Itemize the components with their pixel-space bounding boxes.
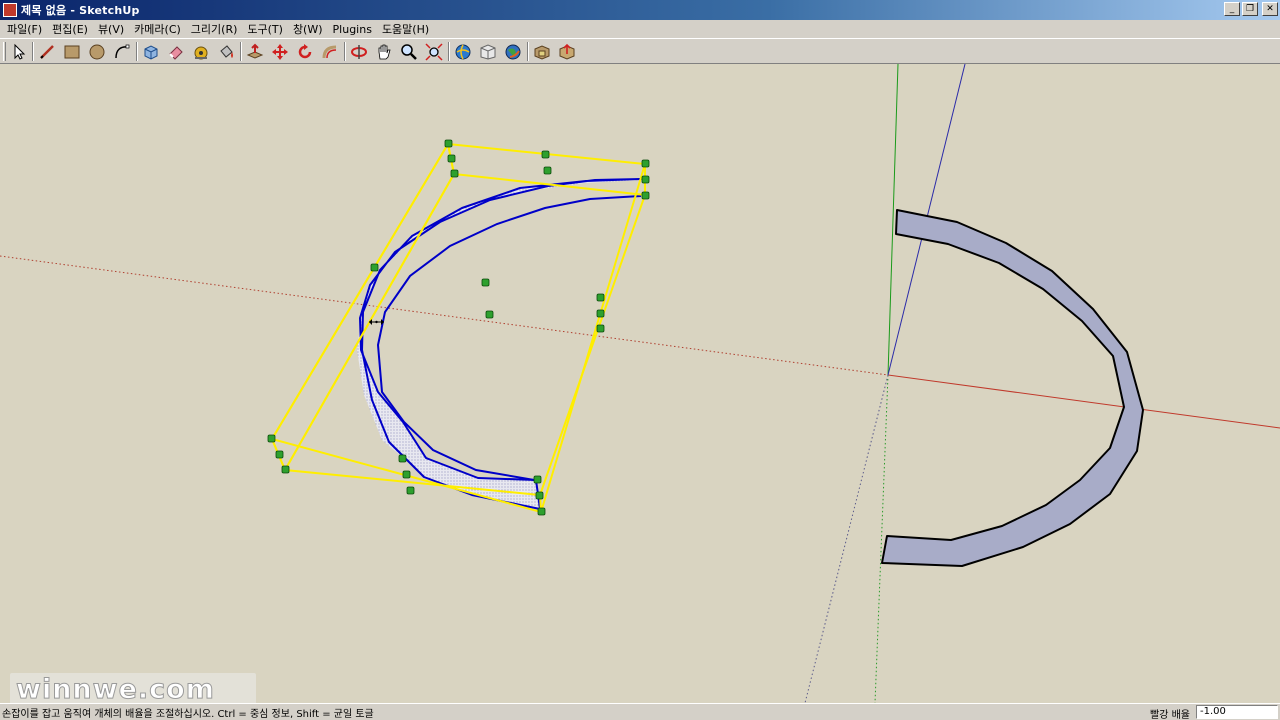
red-axis-negative [0,255,889,376]
red-axis [887,374,1280,429]
drawing-viewport[interactable]: winnwe.com [0,64,1280,703]
watermark-text: winnwe.com [16,673,215,703]
menu-help[interactable]: 도움말(H) [377,21,434,37]
toolbar-separator [136,42,138,61]
select-icon[interactable] [8,41,30,62]
component-window-icon[interactable] [531,41,553,62]
get-models-icon[interactable] [452,41,474,62]
make-component-icon[interactable] [140,41,162,62]
push-pull-icon[interactable] [244,41,266,62]
measurement-label: 빨강 배율 [1150,710,1190,720]
rectangle-icon[interactable] [61,41,83,62]
toolbar-separator [240,42,242,61]
sketchup-window: 제목 없음 - SketchUp _ ❐ ✕ 파일(F) 편집(E) 뷰(V) … [0,0,1280,720]
sketchup-app-icon[interactable] [3,3,17,17]
menu-bar: 파일(F) 편집(E) 뷰(V) 카메라(C) 그리기(R) 도구(T) 창(W… [0,20,1280,38]
toolbar-separator [527,42,529,61]
window-controls: _ ❐ ✕ [1224,2,1278,16]
share-component-icon[interactable] [556,41,578,62]
menu-file[interactable]: 파일(F) [2,21,47,37]
model-canvas[interactable] [0,64,1280,703]
menu-plugins[interactable]: Plugins [328,23,377,36]
menu-tools[interactable]: 도구(T) [242,21,288,37]
eraser-icon[interactable] [165,41,187,62]
status-hint: 손잡이를 잡고 움직여 개체의 배율을 조절하십시오. Ctrl = 중심 정보… [2,708,374,720]
window-title: 제목 없음 - SketchUp [21,4,140,17]
watermark: winnwe.com [10,673,256,703]
rotate-icon[interactable] [294,41,316,62]
toolbar-separator [32,42,34,61]
maximize-button[interactable]: ❐ [1242,2,1258,16]
move-icon[interactable] [269,41,291,62]
title-bar: 제목 없음 - SketchUp _ ❐ ✕ [0,0,1280,20]
zoom-icon[interactable] [398,41,420,62]
menu-draw[interactable]: 그리기(R) [186,21,243,37]
scale-cursor-icon [369,319,384,325]
line-icon[interactable] [36,41,58,62]
toolbar-separator [448,42,450,61]
mirrored-arc-face[interactable] [881,209,1144,567]
circle-icon[interactable] [86,41,108,62]
orbit-icon[interactable] [348,41,370,62]
main-toolbar [0,38,1280,64]
toolbar-grip[interactable] [3,42,6,61]
blue-axis-negative [804,374,889,703]
measurement-input[interactable]: -1.00 [1196,705,1278,719]
menu-window[interactable]: 창(W) [288,21,328,37]
tape-measure-icon[interactable] [190,41,212,62]
status-bar: 손잡이를 잡고 움직여 개체의 배율을 조절하십시오. Ctrl = 중심 정보… [0,703,1280,720]
paint-bucket-icon[interactable] [215,41,237,62]
offset-icon[interactable] [319,41,341,62]
close-button[interactable]: ✕ [1262,2,1278,16]
scale-grips[interactable] [267,139,650,516]
menu-edit[interactable]: 편집(E) [47,21,93,37]
zoom-extents-icon[interactable] [423,41,445,62]
google-earth-icon[interactable] [502,41,524,62]
arc-icon[interactable] [111,41,133,62]
menu-camera[interactable]: 카메라(C) [129,21,186,37]
menu-view[interactable]: 뷰(V) [93,21,129,37]
share-model-icon[interactable] [477,41,499,62]
minimize-button[interactable]: _ [1224,2,1240,16]
pan-icon[interactable] [373,41,395,62]
toolbar-separator [344,42,346,61]
